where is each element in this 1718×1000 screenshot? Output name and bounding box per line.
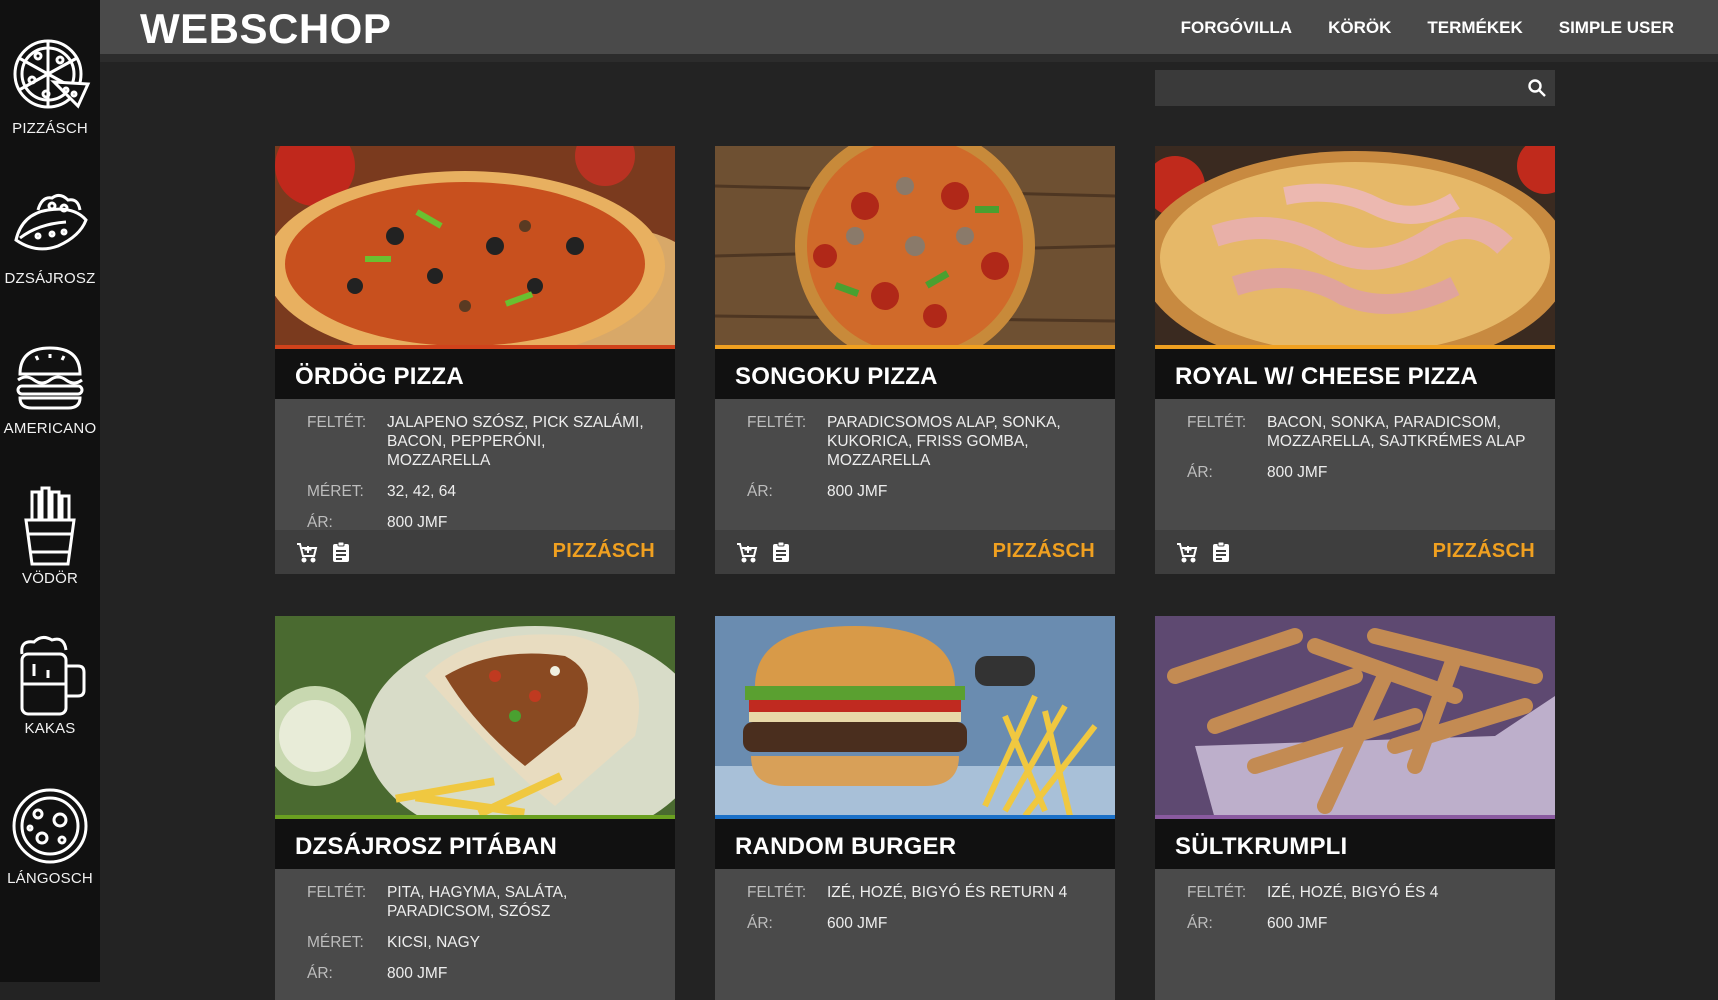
product-name: DZSÁJROSZ PITÁBAN (275, 819, 675, 869)
burger-icon (16, 346, 84, 410)
nav-forgovilla[interactable]: FORGÓVILLA (1181, 18, 1292, 38)
pizza-icon (13, 39, 91, 109)
cookie-icon (12, 788, 88, 864)
product-card: DZSÁJROSZ PITÁBAN FELTÉT: PITA, HAGYMA, S… (275, 616, 675, 1000)
detail-value: BACON, SONKA, PARADICSOM, MOZZARELLA, SA… (1267, 414, 1526, 450)
main-nav: FORGÓVILLA KÖRÖK TERMÉKEK SIMPLE USER (1181, 18, 1674, 38)
top-bar: WEBSCHOP FORGÓVILLA KÖRÖK TERMÉKEK SIMPL… (100, 0, 1718, 62)
product-image[interactable] (1155, 616, 1555, 819)
product-details: FELTÉT: BACON, SONKA, PARADICSOM, MOZZARE… (1155, 399, 1555, 530)
sidebar-item-label: DZSÁJROSZ (4, 270, 96, 287)
detail-value: 800 JMF (1267, 464, 1328, 481)
sidebar-item-fries[interactable]: VÖDÖR (0, 450, 100, 600)
order-button[interactable]: PIZZÁSCH (993, 540, 1095, 563)
sidebar-item-label: LÁNGOSCH (7, 870, 93, 887)
sidebar-item-beer[interactable]: KAKAS (0, 600, 100, 750)
product-card: ROYAL W/ CHEESE PIZZA FELTÉT: BACON, SONK… (1155, 146, 1555, 574)
detail-value: 600 JMF (827, 915, 888, 932)
product-card: ÖRDÖG PIZZA FELTÉT: JALAPENO SZÓSZ, PICK … (275, 146, 675, 574)
product-details: FELTÉT: PARADICSOMOS ALAP, SONKA, KUKORIC… (715, 399, 1115, 530)
detail-key: FELTÉT: (747, 884, 807, 901)
product-card: SONGOKU PIZZA FELTÉT: PARADICSOMOS ALAP, … (715, 146, 1115, 574)
taco-icon (14, 193, 88, 251)
product-image[interactable] (1155, 146, 1555, 349)
sidebar-item-label: PIZZÁSCH (12, 120, 88, 137)
detail-value: IZÉ, HOZÉ, BIGYÓ ÉS RETURN 4 (827, 884, 1068, 901)
clipboard-icon[interactable] (329, 540, 353, 564)
card-footer: PIZZÁSCH (715, 530, 1115, 574)
product-name: ROYAL W/ CHEESE PIZZA (1155, 349, 1555, 399)
search-bar (1155, 70, 1555, 106)
card-footer: PIZZÁSCH (275, 530, 675, 574)
product-card: SÜLTKRUMPLI FELTÉT: IZÉ, HOZÉ, BIGYÓ ÉS 4… (1155, 616, 1555, 1000)
brand-logo[interactable]: WEBSCHOP (140, 5, 391, 53)
detail-key: FELTÉT: (747, 414, 807, 431)
product-image[interactable] (715, 616, 1115, 819)
sidebar-item-burger[interactable]: AMERICANO (0, 300, 100, 450)
product-name: RANDOM BURGER (715, 819, 1115, 869)
detail-value: 600 JMF (1267, 915, 1328, 932)
detail-value: 800 JMF (387, 965, 448, 982)
product-details: FELTÉT: JALAPENO SZÓSZ, PICK SZALÁMI, BAC… (275, 399, 675, 531)
detail-key: FELTÉT: (1187, 414, 1247, 431)
fries-icon (24, 486, 76, 566)
detail-key: ÁR: (1187, 915, 1213, 932)
detail-key: MÉRET: (307, 934, 364, 951)
search-icon[interactable] (1527, 78, 1547, 98)
search-input[interactable] (1155, 70, 1515, 106)
detail-value: PARADICSOMOS ALAP, SONKA, KUKORICA, FRIS… (827, 414, 1061, 469)
product-image[interactable] (275, 146, 675, 349)
sidebar-item-langos[interactable]: LÁNGOSCH (0, 750, 100, 900)
detail-value: 800 JMF (827, 483, 888, 500)
add-to-cart-icon[interactable] (735, 540, 759, 564)
sidebar-item-label: KAKAS (24, 720, 76, 737)
sidebar-item-label: VÖDÖR (21, 570, 78, 587)
nav-user-menu[interactable]: SIMPLE USER (1559, 18, 1674, 38)
detail-key: FELTÉT: (307, 884, 367, 901)
card-footer: PIZZÁSCH (1155, 530, 1555, 574)
sidebar-item-taco[interactable]: DZSÁJROSZ (0, 150, 100, 300)
detail-key: FELTÉT: (1187, 884, 1247, 901)
detail-value: 32, 42, 64 (387, 483, 456, 500)
detail-value: JALAPENO SZÓSZ, PICK SZALÁMI, BACON, PEP… (387, 414, 644, 469)
detail-key: ÁR: (747, 483, 773, 500)
nav-korok[interactable]: KÖRÖK (1328, 18, 1391, 38)
product-name: SÜLTKRUMPLI (1155, 819, 1555, 869)
clipboard-icon[interactable] (769, 540, 793, 564)
order-button[interactable]: PIZZÁSCH (1433, 540, 1535, 563)
add-to-cart-icon[interactable] (1175, 540, 1199, 564)
product-card: RANDOM BURGER FELTÉT: IZÉ, HOZÉ, BIGYÓ ÉS… (715, 616, 1115, 1000)
clipboard-icon[interactable] (1209, 540, 1233, 564)
nav-termekek[interactable]: TERMÉKEK (1427, 18, 1522, 38)
product-name: ÖRDÖG PIZZA (275, 349, 675, 399)
detail-value: KICSI, NAGY (387, 934, 481, 951)
sidebar-item-label: AMERICANO (3, 420, 97, 437)
order-button[interactable]: PIZZÁSCH (553, 540, 655, 563)
detail-value: PITA, HAGYMA, SALÁTA, PARADICSOM, SZÓSZ (387, 884, 568, 920)
sidebar-item-pizza[interactable]: PIZZÁSCH (0, 0, 100, 150)
product-image[interactable] (715, 146, 1115, 349)
detail-key: ÁR: (747, 915, 773, 932)
detail-value: IZÉ, HOZÉ, BIGYÓ ÉS 4 (1267, 884, 1439, 901)
category-sidebar: PIZZÁSCH DZSÁJROSZ AMERICANO VÖDÖR KAKAS… (0, 0, 100, 982)
detail-key: MÉRET: (307, 483, 364, 500)
detail-key: ÁR: (1187, 464, 1213, 481)
add-to-cart-icon[interactable] (295, 540, 319, 564)
product-details: FELTÉT: PITA, HAGYMA, SALÁTA, PARADICSOM,… (275, 869, 675, 1000)
beer-mug-icon (20, 635, 86, 716)
detail-key: ÁR: (307, 965, 333, 982)
product-details: FELTÉT: IZÉ, HOZÉ, BIGYÓ ÉS RETURN 4 ÁR: 6… (715, 869, 1115, 1000)
detail-key: FELTÉT: (307, 414, 367, 431)
product-name: SONGOKU PIZZA (715, 349, 1115, 399)
product-details: FELTÉT: IZÉ, HOZÉ, BIGYÓ ÉS 4 ÁR: 600 JMF (1155, 869, 1555, 1000)
product-image[interactable] (275, 616, 675, 819)
